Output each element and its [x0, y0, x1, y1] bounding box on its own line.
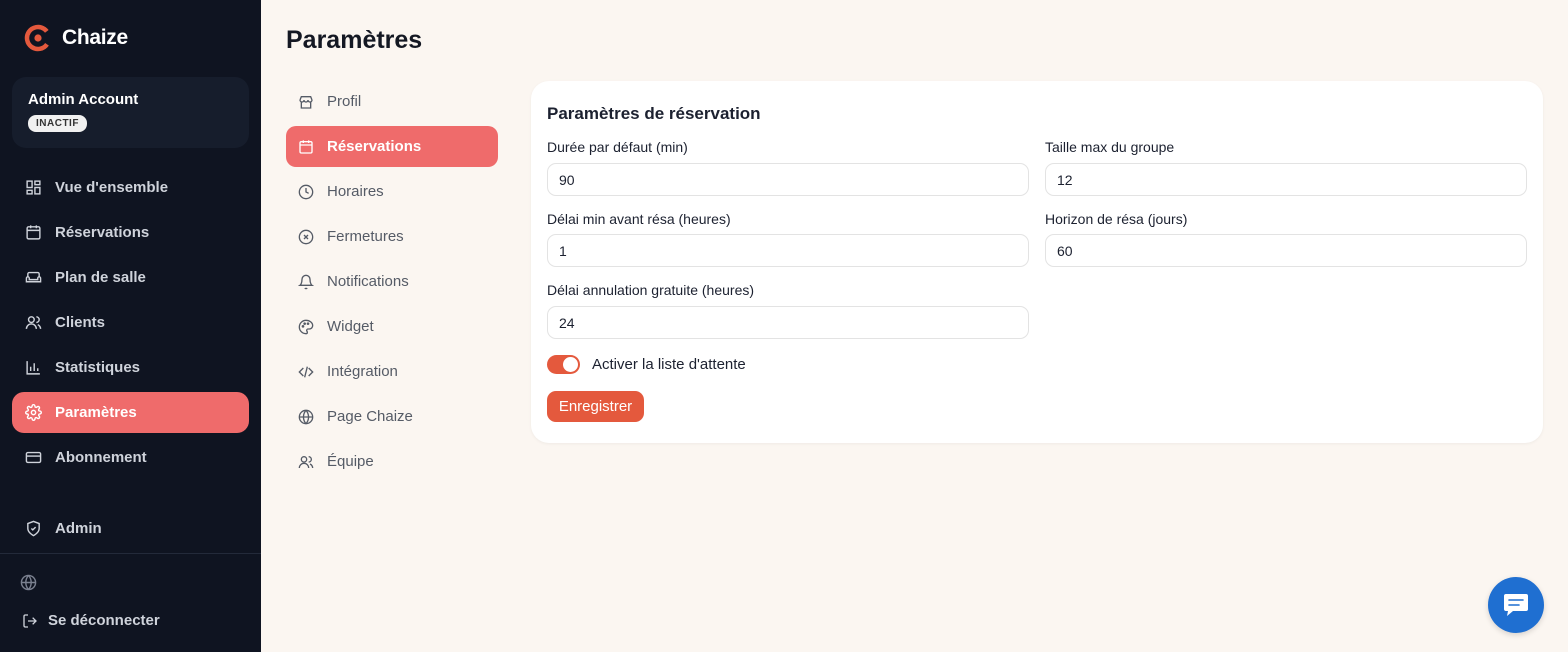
users-icon: [25, 316, 42, 329]
sidebar-item-label: Paramètres: [55, 404, 137, 421]
sidebar-item-reservations[interactable]: Réservations: [12, 212, 249, 253]
logout-icon: [23, 613, 37, 628]
account-card[interactable]: Admin Account INACTIF: [12, 77, 249, 148]
account-name: Admin Account: [28, 91, 139, 108]
settings-tab-hours[interactable]: Horaires: [286, 171, 498, 212]
sidebar-item-label: Admin: [55, 520, 102, 537]
gear-icon: [25, 404, 42, 421]
code-icon: [298, 366, 314, 377]
sidebar-item-label: Plan de salle: [55, 269, 146, 286]
settings-tab-label: Intégration: [327, 363, 398, 380]
sidebar-item-admin[interactable]: Admin: [12, 508, 249, 549]
chat-widget-button[interactable]: [1488, 577, 1544, 633]
sidebar-item-label: Vue d'ensemble: [55, 179, 169, 196]
settings-tab-closures[interactable]: Fermetures: [286, 216, 498, 257]
brand-name: Chaize: [62, 26, 128, 49]
settings-tab-label: Notifications: [327, 273, 409, 290]
max-group-size-input[interactable]: [1045, 163, 1527, 196]
credit-card-icon: [25, 451, 42, 464]
logout-label: Se déconnecter: [48, 612, 160, 629]
free-cancel-input[interactable]: [547, 306, 1029, 339]
min-delay-input[interactable]: [547, 234, 1029, 267]
store-icon: [299, 95, 313, 109]
settings-tab-profile[interactable]: Profil: [286, 81, 498, 122]
language-globe-icon[interactable]: [20, 574, 37, 591]
clock-icon: [298, 184, 314, 199]
logout-button[interactable]: Se déconnecter: [22, 612, 160, 629]
save-button[interactable]: Enregistrer: [547, 391, 644, 422]
sidebar-item-label: Statistiques: [55, 359, 141, 376]
calendar-icon: [26, 225, 41, 240]
default-duration-input[interactable]: [547, 163, 1029, 196]
sidebar-item-overview[interactable]: Vue d'ensemble: [12, 167, 249, 208]
settings-tab-label: Profil: [327, 93, 362, 110]
sidebar-item-statistics[interactable]: Statistiques: [12, 347, 249, 388]
palette-icon: [298, 319, 314, 334]
main-nav: Vue d'ensemble Réservations Plan de sall…: [12, 167, 249, 482]
sofa-icon: [25, 271, 42, 283]
toggle-knob: [563, 357, 578, 372]
sidebar-item-label: Abonnement: [55, 449, 147, 466]
waitlist-toggle[interactable]: [547, 355, 580, 374]
sidebar: Chaize Admin Account INACTIF Vue d'ensem…: [0, 0, 261, 652]
settings-tab-label: Fermetures: [327, 228, 404, 245]
settings-tab-label: Réservations: [327, 138, 422, 155]
settings-tab-notifications[interactable]: Notifications: [286, 261, 498, 302]
sidebar-item-clients[interactable]: Clients: [12, 302, 249, 343]
sidebar-item-floor-plan[interactable]: Plan de salle: [12, 257, 249, 298]
min-delay-label: Délai min avant résa (heures): [547, 211, 731, 227]
settings-tab-reservations[interactable]: Réservations: [286, 126, 498, 167]
chaize-logo-icon: [24, 24, 52, 52]
settings-tab-label: Horaires: [327, 183, 384, 200]
free-cancel-label: Délai annulation gratuite (heures): [547, 282, 755, 298]
shield-check-icon: [27, 520, 40, 537]
waitlist-toggle-label: Activer la liste d'attente: [592, 356, 746, 373]
sidebar-item-subscription[interactable]: Abonnement: [12, 437, 249, 478]
brand[interactable]: Chaize: [24, 24, 128, 52]
card-title: Paramètres de réservation: [547, 104, 761, 123]
booking-horizon-input[interactable]: [1045, 234, 1527, 267]
settings-tab-integration[interactable]: Intégration: [286, 351, 498, 392]
users-icon: [298, 455, 314, 468]
status-badge: INACTIF: [28, 115, 87, 132]
settings-tab-label: Page Chaize: [327, 408, 413, 425]
settings-tab-label: Widget: [327, 318, 374, 335]
calendar-icon: [299, 139, 313, 154]
chat-icon: [1504, 594, 1528, 616]
default-duration-label: Durée par défaut (min): [547, 139, 688, 155]
settings-tab-widget[interactable]: Widget: [286, 306, 498, 347]
sidebar-divider: [0, 553, 261, 554]
x-circle-icon: [298, 229, 314, 244]
sidebar-item-label: Clients: [55, 314, 106, 331]
admin-section: Admin: [12, 508, 249, 553]
bell-icon: [298, 274, 314, 289]
globe-icon: [298, 409, 314, 424]
page-title: Paramètres: [286, 26, 423, 54]
sidebar-item-settings[interactable]: Paramètres: [12, 392, 249, 433]
booking-horizon-label: Horizon de résa (jours): [1045, 211, 1188, 227]
settings-nav: Profil Réservations Horaires Fermetures …: [286, 81, 498, 486]
settings-tab-label: Équipe: [327, 453, 374, 470]
bar-chart-icon: [26, 361, 40, 375]
settings-tab-team[interactable]: Équipe: [286, 441, 498, 482]
sidebar-item-label: Réservations: [55, 224, 150, 241]
dashboard-icon: [26, 180, 41, 195]
max-group-size-label: Taille max du groupe: [1045, 139, 1175, 155]
reservation-settings-card: Paramètres de réservation Durée par défa…: [531, 81, 1543, 443]
settings-tab-chaize-page[interactable]: Page Chaize: [286, 396, 498, 437]
